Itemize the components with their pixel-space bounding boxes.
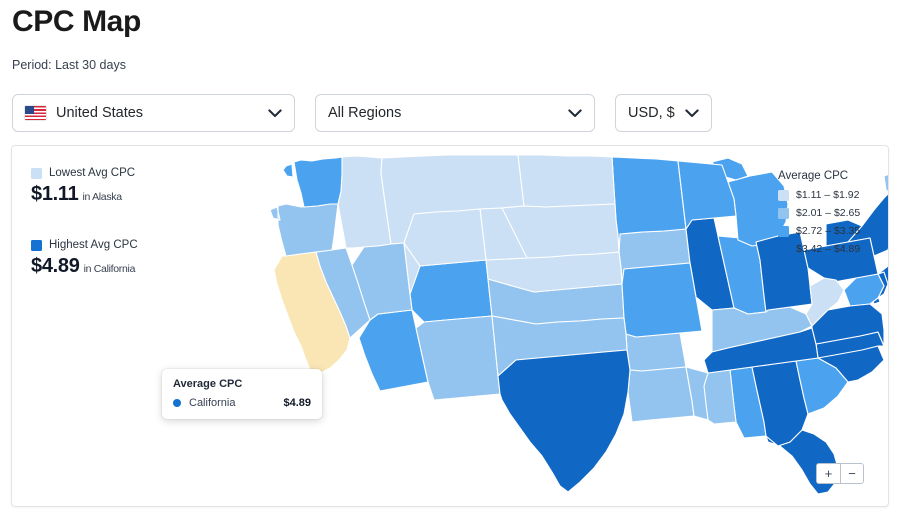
cpc-map-page: CPC Map Period: Last 30 days United Stat… bbox=[0, 0, 901, 516]
legend-swatch-1 bbox=[778, 207, 789, 219]
tooltip-row: California $4.89 bbox=[173, 397, 311, 409]
chevron-down-icon bbox=[268, 108, 282, 117]
highest-cpc-value-row: $4.89 in California bbox=[31, 255, 181, 278]
legend-title: Average CPC bbox=[778, 170, 849, 182]
legend-label-1: $2.01 – $2.65 bbox=[796, 207, 861, 219]
highest-cpc-head: Highest Avg CPC bbox=[31, 239, 181, 251]
map-state-nd[interactable]: North Dakota bbox=[517, 154, 616, 208]
legend-label-3: $3.42 – $4.89 bbox=[796, 243, 861, 255]
lowest-cpc-value: $1.11 bbox=[31, 183, 79, 205]
map-state-or[interactable]: Oregon bbox=[269, 203, 339, 257]
country-select-label: United States bbox=[56, 105, 144, 121]
map-state-wa[interactable]: Washington bbox=[282, 156, 343, 208]
legend-swatch-2 bbox=[778, 225, 789, 237]
map-card: AlaskaAlabamaArkansasArizonaCaliforniaCo… bbox=[11, 145, 889, 507]
highest-cpc-swatch bbox=[31, 239, 42, 251]
lowest-cpc-label: Lowest Avg CPC bbox=[49, 167, 136, 179]
legend-label-2: $2.72 – $3.35 bbox=[796, 225, 861, 237]
lowest-cpc-head: Lowest Avg CPC bbox=[31, 167, 181, 179]
region-select-label: All Regions bbox=[328, 105, 402, 121]
zoom-in-button[interactable]: + bbox=[817, 464, 840, 483]
legend-item-2[interactable]: $2.72 – $3.35 bbox=[778, 225, 870, 237]
tooltip-title: Average CPC bbox=[173, 378, 243, 390]
legend-item-3[interactable]: $3.42 – $4.89 bbox=[778, 243, 870, 255]
map-state-nm[interactable]: New Mexico bbox=[415, 315, 501, 401]
zoom-controls[interactable]: + − bbox=[816, 463, 864, 484]
us-flag-icon bbox=[25, 106, 46, 120]
map-state-vt[interactable]: Vermont bbox=[883, 172, 889, 194]
lowest-cpc-value-row: $1.11 in Alaska bbox=[31, 183, 181, 206]
currency-select-label: USD, $ bbox=[628, 105, 675, 121]
highest-cpc-value: $4.89 bbox=[31, 255, 80, 277]
lowest-cpc-where: in Alaska bbox=[82, 191, 122, 203]
lowest-cpc-swatch bbox=[31, 167, 42, 179]
map-state-co[interactable]: Colorado bbox=[409, 259, 493, 323]
legend-item-0[interactable]: $1.11 – $1.92 bbox=[778, 189, 870, 201]
tooltip-dot-icon bbox=[173, 399, 181, 407]
chevron-down-icon bbox=[568, 108, 582, 117]
legend-swatch-0 bbox=[778, 189, 789, 201]
highest-cpc-where: in California bbox=[83, 263, 136, 275]
chevron-down-icon bbox=[685, 108, 699, 117]
map-state-sd[interactable]: South Dakota bbox=[479, 203, 620, 261]
filter-controls: United States All Regions USD, $ bbox=[12, 94, 712, 132]
map-state-ar[interactable]: Arkansas bbox=[625, 332, 687, 372]
map-state-ms[interactable]: Mississippi bbox=[685, 366, 737, 425]
period-label: Period: Last 30 days bbox=[12, 58, 126, 72]
page-title: CPC Map bbox=[12, 5, 141, 38]
tooltip-state-name: California bbox=[189, 397, 236, 409]
zoom-out-button[interactable]: − bbox=[840, 464, 863, 483]
legend-swatch-3 bbox=[778, 243, 789, 255]
map-tooltip: Average CPC California $4.89 bbox=[162, 369, 322, 419]
currency-select[interactable]: USD, $ bbox=[615, 94, 712, 132]
tooltip-value: $4.89 bbox=[283, 397, 311, 409]
map-state-la[interactable]: Louisiana bbox=[627, 366, 695, 423]
stats-panel: Lowest Avg CPC $1.11 in Alaska Highest Av… bbox=[31, 167, 181, 278]
map-state-mo[interactable]: Missouri bbox=[621, 262, 703, 338]
region-select[interactable]: All Regions bbox=[315, 94, 595, 132]
lowest-cpc-stat: Lowest Avg CPC $1.11 in Alaska bbox=[31, 167, 181, 206]
map-state-az[interactable]: Arizona bbox=[358, 309, 429, 392]
map-legend: Average CPC $1.11 – $1.92 $2.01 – $2.65 $2… bbox=[778, 170, 870, 261]
legend-item-1[interactable]: $2.01 – $2.65 bbox=[778, 207, 870, 219]
map-state-tx[interactable]: Texas bbox=[497, 349, 631, 493]
legend-label-0: $1.11 – $1.92 bbox=[796, 189, 860, 201]
highest-cpc-stat: Highest Avg CPC $4.89 in California bbox=[31, 239, 181, 278]
legend-rows: $1.11 – $1.92 $2.01 – $2.65 $2.72 – $3.35 $… bbox=[778, 189, 870, 255]
country-select[interactable]: United States bbox=[12, 94, 295, 132]
highest-cpc-label: Highest Avg CPC bbox=[49, 239, 138, 251]
